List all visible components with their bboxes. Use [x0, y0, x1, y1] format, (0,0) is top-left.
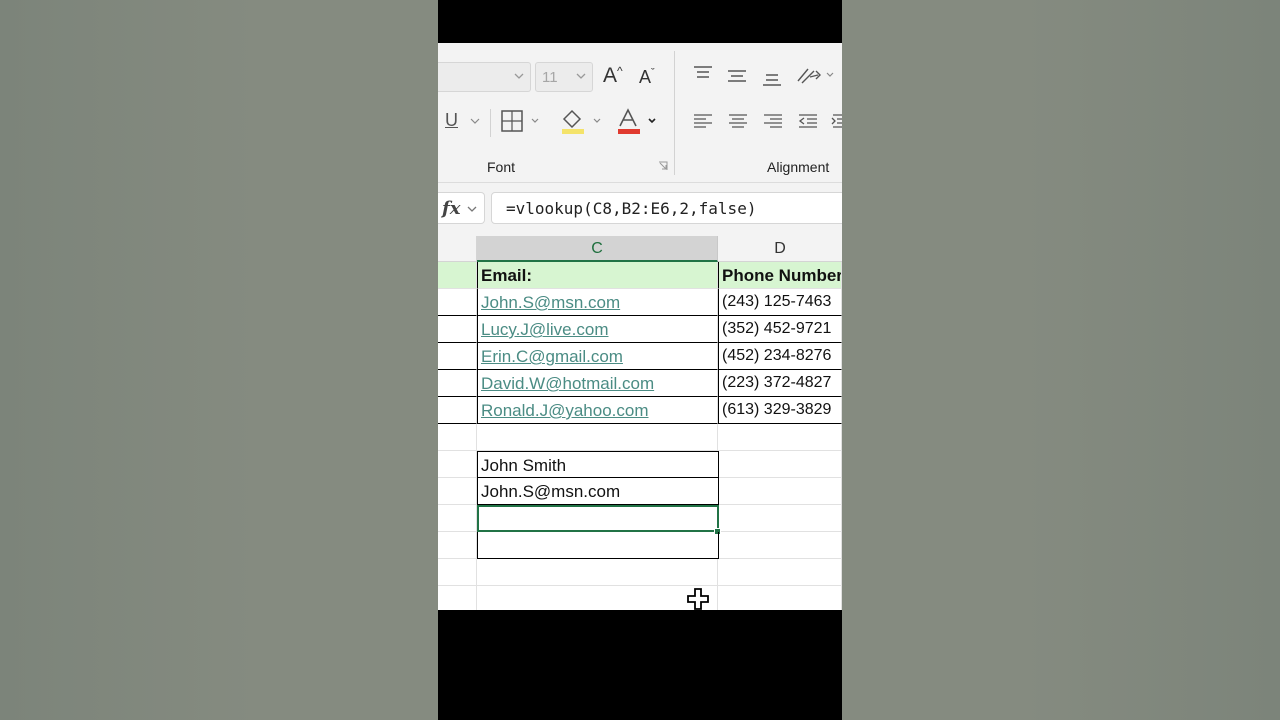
font-name-combo[interactable]: [438, 62, 531, 92]
cell-c11[interactable]: [477, 532, 719, 559]
align-left-icon[interactable]: [692, 113, 714, 129]
cell-d1[interactable]: Phone Number: [718, 262, 842, 289]
underline-button[interactable]: U: [445, 111, 458, 129]
align-right-icon[interactable]: [762, 113, 784, 129]
cell-b2[interactable]: [438, 289, 477, 316]
increase-indent-icon[interactable]: [831, 113, 842, 129]
cell-d11[interactable]: [719, 532, 842, 559]
cell-c9[interactable]: John.S@msn.com: [477, 478, 719, 505]
borders-icon[interactable]: [501, 110, 541, 132]
fill-color-icon[interactable]: [560, 107, 604, 135]
cell-c1[interactable]: Email:: [477, 262, 718, 289]
cell-c6[interactable]: Ronald.J@yahoo.com: [477, 397, 718, 424]
cell-d4[interactable]: (452) 234-8276: [718, 343, 842, 370]
cell-c3[interactable]: Lucy.J@live.com: [477, 316, 718, 343]
increase-font-size-icon[interactable]: A^: [603, 65, 623, 86]
table-row: John.S@msn.com: [438, 478, 842, 505]
cell-d8[interactable]: [719, 451, 842, 478]
cell-d2[interactable]: (243) 125-7463: [718, 289, 842, 316]
table-row: Lucy.J@live.com (352) 452-9721: [438, 316, 842, 343]
cell-c4[interactable]: Erin.C@gmail.com: [477, 343, 718, 370]
column-header-c[interactable]: C: [477, 236, 718, 262]
cell-c7[interactable]: [477, 424, 718, 451]
table-row: Email: Phone Number: [438, 262, 842, 289]
table-row: Erin.C@gmail.com (452) 234-8276: [438, 343, 842, 370]
cell-b4[interactable]: [438, 343, 477, 370]
video-frame: 11 A^ Aˇ U Font Alignment fx =vlookup(C8…: [438, 0, 842, 720]
cell-grid: Email: Phone Number John.S@msn.com (243)…: [438, 262, 842, 610]
table-row: David.W@hotmail.com (223) 372-4827: [438, 370, 842, 397]
cell-b6[interactable]: [438, 397, 477, 424]
decrease-indent-icon[interactable]: [797, 113, 819, 129]
dialog-launcher-icon[interactable]: [658, 161, 668, 171]
cell-b12[interactable]: [438, 559, 477, 586]
cell-d3[interactable]: (352) 452-9721: [718, 316, 842, 343]
cell-c2[interactable]: John.S@msn.com: [477, 289, 718, 316]
chevron-down-icon: [514, 73, 524, 79]
orientation-icon[interactable]: [796, 65, 836, 85]
chevron-down-icon: [576, 73, 586, 79]
cell-d13[interactable]: [718, 586, 842, 610]
cell-b11[interactable]: [438, 532, 477, 559]
table-row: John.S@msn.com (243) 125-7463: [438, 289, 842, 316]
font-color-icon[interactable]: [616, 107, 660, 135]
table-row: [438, 559, 842, 586]
cell-b8[interactable]: [438, 451, 477, 478]
formula-bar: fx =vlookup(C8,B2:E6,2,false): [438, 183, 842, 236]
cell-c10-active[interactable]: [477, 505, 719, 532]
alignment-group-label: Alignment: [767, 159, 830, 175]
cell-d10[interactable]: [719, 505, 842, 532]
cell-c5[interactable]: David.W@hotmail.com: [477, 370, 718, 397]
font-group-label: Font: [487, 159, 516, 175]
function-icon: fx: [442, 198, 461, 219]
cell-b10[interactable]: [438, 505, 477, 532]
font-size-combo[interactable]: 11: [535, 62, 593, 92]
ribbon-group-divider: [674, 51, 675, 175]
ribbon-home: 11 A^ Aˇ U Font Alignment: [438, 43, 842, 183]
align-bottom-icon[interactable]: [761, 73, 783, 87]
formula-input[interactable]: =vlookup(C8,B2:E6,2,false): [491, 192, 842, 224]
cell-select-cursor-icon: [687, 588, 709, 610]
cell-d5[interactable]: (223) 372-4827: [718, 370, 842, 397]
cell-c12[interactable]: [477, 559, 718, 586]
cell-b7[interactable]: [438, 424, 477, 451]
column-header-row: C D: [438, 236, 842, 262]
cell-c8[interactable]: John Smith: [477, 451, 719, 478]
spreadsheet-app: 11 A^ Aˇ U Font Alignment fx =vlookup(C8…: [438, 43, 842, 610]
cell-d6[interactable]: (613) 329-3829: [718, 397, 842, 424]
cell-d12[interactable]: [718, 559, 842, 586]
table-row: [438, 532, 842, 559]
align-middle-icon[interactable]: [726, 69, 748, 83]
table-row: [438, 505, 842, 532]
column-header-b[interactable]: [438, 236, 477, 262]
cell-c13[interactable]: [477, 586, 718, 610]
column-header-d[interactable]: D: [718, 236, 842, 262]
chevron-down-icon: [467, 206, 477, 212]
chevron-down-icon[interactable]: [470, 117, 480, 125]
table-row: [438, 586, 842, 610]
cell-b5[interactable]: [438, 370, 477, 397]
table-row: Ronald.J@yahoo.com (613) 329-3829: [438, 397, 842, 424]
cell-b9[interactable]: [438, 478, 477, 505]
table-row: John Smith: [438, 451, 842, 478]
cell-b3[interactable]: [438, 316, 477, 343]
align-center-icon[interactable]: [727, 113, 749, 129]
insert-function-button[interactable]: fx: [438, 192, 485, 224]
cell-d7[interactable]: [718, 424, 842, 451]
font-size-value: 11: [542, 69, 558, 86]
ribbon-divider: [490, 109, 491, 137]
decrease-font-size-icon[interactable]: Aˇ: [639, 68, 655, 87]
cell-b13[interactable]: [438, 586, 477, 610]
table-row: [438, 424, 842, 451]
align-top-icon[interactable]: [692, 65, 714, 79]
cell-b1[interactable]: [438, 262, 477, 289]
cell-d9[interactable]: [719, 478, 842, 505]
